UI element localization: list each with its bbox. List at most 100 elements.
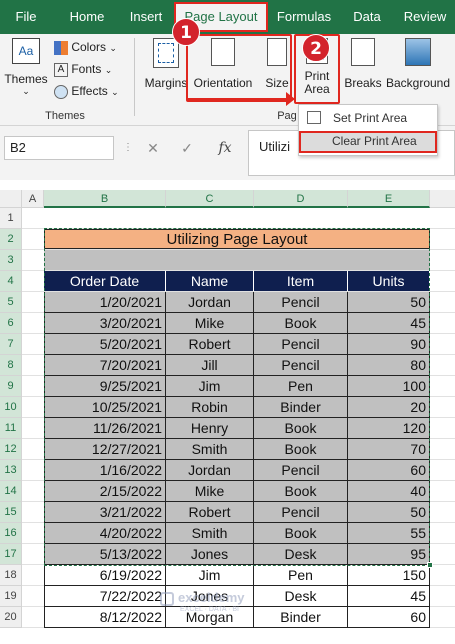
- table-cell[interactable]: Jordan: [166, 292, 254, 313]
- table-cell[interactable]: 45: [348, 586, 430, 607]
- row-header[interactable]: 11: [0, 418, 22, 439]
- table-cell[interactable]: 7/22/2022: [44, 586, 166, 607]
- table-cell[interactable]: 150: [348, 565, 430, 586]
- check-icon[interactable]: ✓: [176, 136, 198, 160]
- table-cell[interactable]: Book: [254, 418, 348, 439]
- column-header-a[interactable]: A: [22, 190, 44, 208]
- table-cell[interactable]: 80: [348, 355, 430, 376]
- table-cell[interactable]: 60: [348, 607, 430, 628]
- row-header[interactable]: 20: [0, 607, 22, 628]
- row-header[interactable]: 12: [0, 439, 22, 460]
- table-cell[interactable]: 90: [348, 334, 430, 355]
- table-cell[interactable]: 95: [348, 544, 430, 565]
- row-header[interactable]: 13: [0, 460, 22, 481]
- table-cell[interactable]: 60: [348, 460, 430, 481]
- tab-insert[interactable]: Insert: [122, 0, 170, 34]
- table-cell[interactable]: Pencil: [254, 292, 348, 313]
- blank-row[interactable]: [44, 250, 430, 270]
- table-cell[interactable]: 120: [348, 418, 430, 439]
- table-cell[interactable]: Jordan: [166, 460, 254, 481]
- table-cell[interactable]: 70: [348, 439, 430, 460]
- table-cell[interactable]: Robert: [166, 502, 254, 523]
- column-heading-cell[interactable]: Order Date: [44, 271, 166, 291]
- table-cell[interactable]: 50: [348, 292, 430, 313]
- table-cell[interactable]: Jill: [166, 355, 254, 376]
- table-cell[interactable]: 45: [348, 313, 430, 334]
- row-header[interactable]: 9: [0, 376, 22, 397]
- table-cell[interactable]: 50: [348, 502, 430, 523]
- column-header-e[interactable]: E: [348, 190, 430, 208]
- row-header[interactable]: 1: [0, 208, 22, 229]
- tab-file[interactable]: File: [4, 0, 48, 34]
- table-cell[interactable]: Pencil: [254, 355, 348, 376]
- table-cell[interactable]: Jim: [166, 376, 254, 397]
- table-cell[interactable]: 9/25/2021: [44, 376, 166, 397]
- table-cell[interactable]: 20: [348, 397, 430, 418]
- table-cell[interactable]: 12/27/2021: [44, 439, 166, 460]
- row-header[interactable]: 17: [0, 544, 22, 565]
- table-cell[interactable]: Smith: [166, 439, 254, 460]
- table-cell[interactable]: Pencil: [254, 502, 348, 523]
- table-cell[interactable]: Book: [254, 313, 348, 334]
- tab-data[interactable]: Data: [346, 0, 388, 34]
- table-cell[interactable]: Mike: [166, 313, 254, 334]
- table-cell[interactable]: Robert: [166, 334, 254, 355]
- column-header-b[interactable]: B: [44, 190, 166, 208]
- table-cell[interactable]: Book: [254, 481, 348, 502]
- row-header[interactable]: 15: [0, 502, 22, 523]
- effects-button[interactable]: Effects ⌄: [54, 84, 119, 99]
- table-cell[interactable]: Jones: [166, 544, 254, 565]
- row-header[interactable]: 14: [0, 481, 22, 502]
- row-header[interactable]: 7: [0, 334, 22, 355]
- clear-print-area-item[interactable]: Clear Print Area: [299, 131, 437, 153]
- colors-button[interactable]: Colors ⌄: [54, 40, 117, 55]
- row-header[interactable]: 4: [0, 271, 22, 292]
- table-cell[interactable]: Pen: [254, 376, 348, 397]
- table-cell[interactable]: Pencil: [254, 334, 348, 355]
- margins-button[interactable]: Margins: [142, 38, 190, 108]
- row-header[interactable]: 8: [0, 355, 22, 376]
- row-header[interactable]: 16: [0, 523, 22, 544]
- table-cell[interactable]: 6/19/2022: [44, 565, 166, 586]
- table-cell[interactable]: Pen: [254, 565, 348, 586]
- column-heading-cell[interactable]: Name: [166, 271, 254, 291]
- breaks-button[interactable]: Breaks: [342, 38, 384, 108]
- row-header[interactable]: 19: [0, 586, 22, 607]
- table-cell[interactable]: Jim: [166, 565, 254, 586]
- table-cell[interactable]: Book: [254, 439, 348, 460]
- row-header[interactable]: 3: [0, 250, 22, 271]
- name-box[interactable]: B2: [4, 136, 114, 160]
- table-cell[interactable]: Mike: [166, 481, 254, 502]
- tab-home[interactable]: Home: [62, 0, 112, 34]
- table-cell[interactable]: Binder: [254, 607, 348, 628]
- namebox-dropdown-icon[interactable]: ⋮: [120, 136, 136, 160]
- table-cell[interactable]: 7/20/2021: [44, 355, 166, 376]
- row-header[interactable]: 2: [0, 229, 22, 250]
- column-header-d[interactable]: D: [254, 190, 348, 208]
- table-cell[interactable]: Book: [254, 523, 348, 544]
- themes-button[interactable]: Aa Themes ⌄: [4, 38, 48, 108]
- table-cell[interactable]: 5/13/2022: [44, 544, 166, 565]
- tab-review[interactable]: Review: [398, 0, 452, 34]
- table-cell[interactable]: Pencil: [254, 460, 348, 481]
- table-cell[interactable]: 5/20/2021: [44, 334, 166, 355]
- table-cell[interactable]: 40: [348, 481, 430, 502]
- row-header[interactable]: 10: [0, 397, 22, 418]
- cancel-icon[interactable]: ✕: [142, 136, 164, 160]
- table-cell[interactable]: Desk: [254, 586, 348, 607]
- table-cell[interactable]: 2/15/2022: [44, 481, 166, 502]
- table-cell[interactable]: 10/25/2021: [44, 397, 166, 418]
- column-heading-cell[interactable]: Units: [348, 271, 430, 291]
- background-button[interactable]: Background: [384, 38, 452, 108]
- table-cell[interactable]: 55: [348, 523, 430, 544]
- table-cell[interactable]: Desk: [254, 544, 348, 565]
- table-cell[interactable]: Henry: [166, 418, 254, 439]
- column-header-c[interactable]: C: [166, 190, 254, 208]
- table-cell[interactable]: 4/20/2022: [44, 523, 166, 544]
- fill-handle[interactable]: [427, 562, 433, 568]
- table-cell[interactable]: 3/21/2022: [44, 502, 166, 523]
- table-cell[interactable]: Robin: [166, 397, 254, 418]
- table-cell[interactable]: 100: [348, 376, 430, 397]
- table-cell[interactable]: 11/26/2021: [44, 418, 166, 439]
- set-print-area-item[interactable]: Set Print Area: [299, 107, 437, 129]
